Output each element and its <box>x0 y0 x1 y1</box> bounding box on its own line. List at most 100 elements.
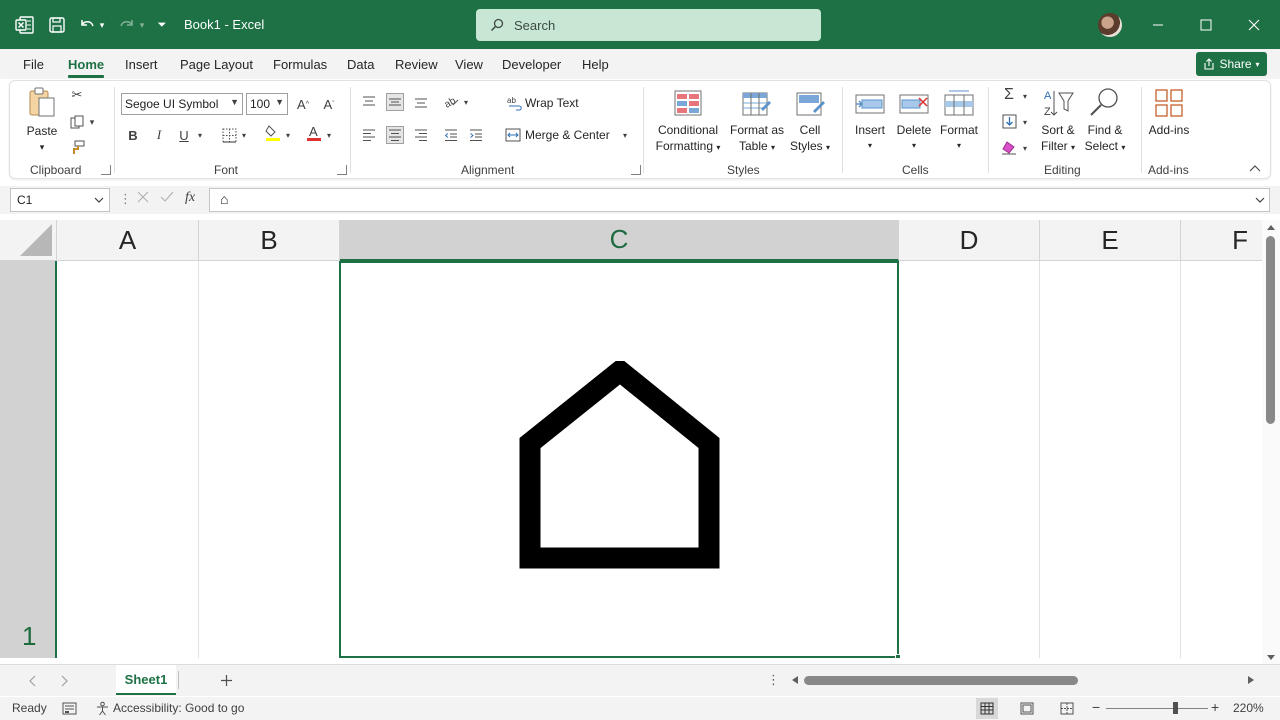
paste-dropdown-icon[interactable]: ▾ <box>24 139 60 155</box>
scroll-left-icon[interactable] <box>791 675 799 685</box>
italic-button[interactable]: I <box>150 126 168 144</box>
accessibility-status[interactable]: Accessibility: Good to go <box>113 701 244 715</box>
paste-button[interactable]: Paste <box>24 123 60 139</box>
underline-dropdown-icon[interactable]: ▾ <box>195 126 205 144</box>
horizontal-scroll-thumb[interactable] <box>804 676 1078 685</box>
cell-f1[interactable] <box>1181 261 1262 658</box>
scroll-down-icon[interactable] <box>1266 654 1276 661</box>
page-layout-view-icon[interactable] <box>1020 702 1034 715</box>
add-sheet-icon[interactable] <box>220 674 233 687</box>
previous-sheet-icon[interactable] <box>28 675 36 687</box>
decrease-indent-icon[interactable] <box>442 126 460 144</box>
macro-recording-icon[interactable] <box>62 702 77 715</box>
undo-dropdown-icon[interactable]: ▾ <box>96 14 108 36</box>
cell-b1[interactable] <box>199 261 340 658</box>
find-select-button[interactable]: Find & Select ▾ <box>1080 122 1130 156</box>
clear-dropdown-icon[interactable]: ▾ <box>1020 139 1030 157</box>
tab-splitter-icon[interactable]: ⋮ <box>767 672 780 688</box>
format-cells-button[interactable]: Format ▾ <box>936 122 982 154</box>
share-button[interactable]: Share ▾ <box>1196 52 1267 76</box>
cell-c1[interactable] <box>339 261 899 658</box>
tab-developer[interactable]: Developer <box>502 57 561 72</box>
font-name-select[interactable]: Segoe UI Symbol ▼ <box>121 93 243 115</box>
next-sheet-icon[interactable] <box>61 675 69 687</box>
cell-styles-button[interactable]: Cell Styles ▾ <box>786 122 834 156</box>
align-center-icon[interactable] <box>386 126 404 144</box>
tab-insert[interactable]: Insert <box>125 57 158 72</box>
scroll-up-icon[interactable] <box>1266 224 1276 231</box>
cut-icon[interactable]: ✂ <box>68 86 86 104</box>
formula-input[interactable]: ⌂ <box>209 188 1270 212</box>
minimize-button[interactable] <box>1135 0 1181 49</box>
sort-filter-button[interactable]: Sort & Filter ▾ <box>1036 122 1080 156</box>
fill-color-dropdown-icon[interactable]: ▾ <box>283 126 293 144</box>
middle-align-icon[interactable] <box>386 93 404 111</box>
orientation-dropdown-icon[interactable]: ▾ <box>461 93 471 111</box>
alignment-dialog-launcher-icon[interactable] <box>631 165 641 175</box>
select-all-button[interactable] <box>0 220 57 261</box>
zoom-out-icon[interactable]: − <box>1092 699 1100 715</box>
zoom-in-icon[interactable]: + <box>1211 699 1219 715</box>
merge-center-button[interactable]: Merge & Center <box>525 127 610 143</box>
font-color-dropdown-icon[interactable]: ▾ <box>324 126 334 144</box>
bold-button[interactable]: B <box>124 126 142 144</box>
column-header-c[interactable]: C <box>340 220 899 261</box>
search-input[interactable]: Search <box>476 9 821 41</box>
insert-cells-button[interactable]: Insert ▾ <box>852 122 888 154</box>
tab-file[interactable]: File <box>23 57 44 72</box>
name-box[interactable]: C1 <box>10 188 110 212</box>
maximize-button[interactable] <box>1183 0 1229 49</box>
tab-review[interactable]: Review <box>395 57 438 72</box>
align-left-icon[interactable] <box>360 126 378 144</box>
decrease-font-size-icon[interactable]: Aˇ <box>320 95 338 113</box>
vertical-scrollbar[interactable] <box>1262 220 1280 664</box>
vertical-scroll-thumb[interactable] <box>1266 236 1275 424</box>
expand-formula-bar-icon[interactable] <box>1255 197 1265 203</box>
fill-color-icon[interactable] <box>264 124 282 142</box>
borders-dropdown-icon[interactable]: ▾ <box>239 126 249 144</box>
autosum-icon[interactable]: Σ <box>1000 86 1018 104</box>
tab-page-layout[interactable]: Page Layout <box>180 57 253 72</box>
sheet-tab-sheet1[interactable]: Sheet1 <box>116 665 176 695</box>
tab-view[interactable]: View <box>455 57 483 72</box>
fill-dropdown-icon[interactable]: ▾ <box>1020 113 1030 131</box>
underline-button[interactable]: U <box>175 126 193 144</box>
row-header-1[interactable]: 1 <box>0 261 57 658</box>
clipboard-dialog-launcher-icon[interactable] <box>101 165 111 175</box>
cancel-entry-icon[interactable] <box>137 191 151 207</box>
customize-toolbar-icon[interactable]: ⏷ <box>154 14 170 36</box>
redo-icon[interactable] <box>116 14 138 36</box>
close-button[interactable] <box>1231 0 1277 49</box>
save-icon[interactable] <box>46 14 68 36</box>
delete-cells-button[interactable]: Delete ▾ <box>894 122 934 154</box>
undo-icon[interactable] <box>76 14 98 36</box>
font-color-icon[interactable]: A <box>305 124 323 142</box>
column-header-f[interactable]: F <box>1181 220 1262 261</box>
cell-d1[interactable] <box>899 261 1040 658</box>
zoom-level[interactable]: 220% <box>1233 701 1264 715</box>
fill-icon[interactable] <box>1000 112 1018 130</box>
conditional-formatting-button[interactable]: Conditional Formatting ▾ <box>650 122 726 156</box>
column-header-b[interactable]: B <box>199 220 340 261</box>
merge-center-dropdown-icon[interactable]: ▾ <box>620 126 630 144</box>
align-right-icon[interactable] <box>412 126 430 144</box>
confirm-entry-icon[interactable] <box>160 191 174 207</box>
format-as-table-button[interactable]: Format as Table ▾ <box>726 122 788 156</box>
wrap-text-button[interactable]: Wrap Text <box>525 95 579 111</box>
tab-data[interactable]: Data <box>347 57 374 72</box>
increase-font-size-icon[interactable]: A ^ <box>294 95 312 113</box>
zoom-slider-track[interactable] <box>1106 708 1208 709</box>
bottom-align-icon[interactable] <box>412 93 430 111</box>
format-painter-icon[interactable] <box>68 138 86 156</box>
avatar[interactable] <box>1098 13 1122 37</box>
page-break-preview-icon[interactable] <box>1060 702 1074 715</box>
tab-home[interactable]: Home <box>68 57 105 78</box>
column-header-a[interactable]: A <box>57 220 199 261</box>
top-align-icon[interactable] <box>360 93 378 111</box>
cell-a1[interactable] <box>59 261 199 658</box>
insert-function-button[interactable]: fx <box>185 190 195 206</box>
scroll-right-icon[interactable] <box>1247 675 1255 685</box>
accessibility-icon[interactable] <box>95 701 110 716</box>
collapse-ribbon-icon[interactable] <box>1246 159 1264 177</box>
borders-icon[interactable] <box>220 126 238 144</box>
